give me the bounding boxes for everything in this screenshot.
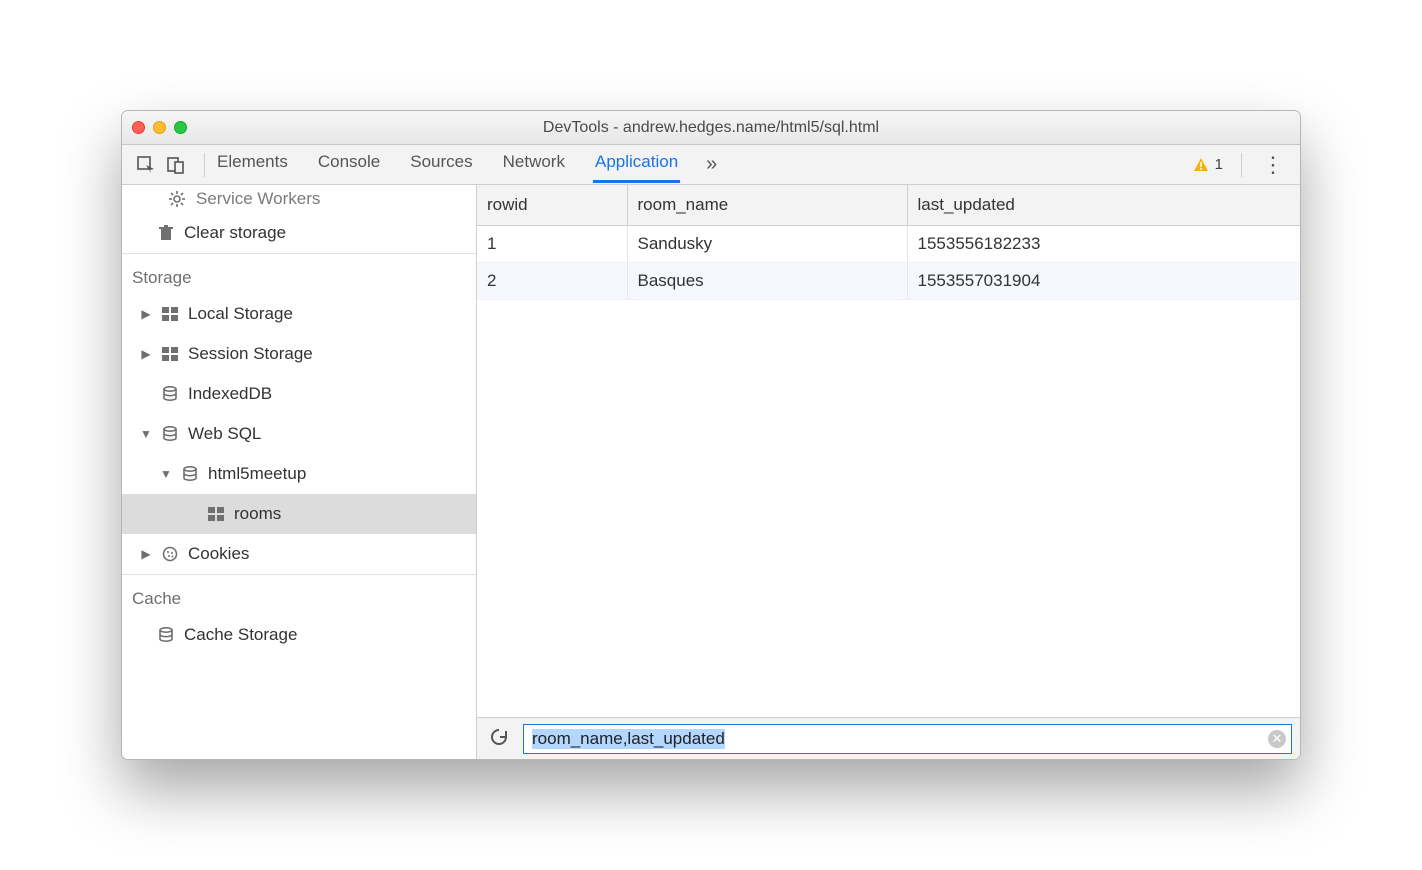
tab-network[interactable]: Network — [501, 146, 567, 183]
sidebar-item-local-storage[interactable]: ▶ Local Storage — [122, 294, 476, 334]
tab-elements[interactable]: Elements — [215, 146, 290, 183]
cell-rowid: 2 — [477, 263, 627, 300]
column-header[interactable]: room_name — [627, 185, 907, 226]
settings-menu-icon[interactable]: ⋮ — [1252, 152, 1294, 178]
sidebar-item-label: rooms — [234, 504, 281, 524]
cell-room-name: Sandusky — [627, 226, 907, 263]
maximize-window-icon[interactable] — [174, 121, 187, 134]
grid-icon — [208, 507, 224, 521]
toolbar-separator — [204, 153, 205, 177]
devtools-toolbar: Elements Console Sources Network Applica… — [122, 145, 1300, 185]
sidebar-item-label: Clear storage — [184, 223, 286, 243]
sidebar-item-table-selected[interactable]: rooms — [122, 494, 476, 534]
trash-icon — [158, 224, 174, 242]
close-window-icon[interactable] — [132, 121, 145, 134]
cell-room-name: Basques — [627, 263, 907, 300]
database-icon — [158, 627, 174, 643]
cell-last-updated: 1553556182233 — [907, 226, 1300, 263]
chevron-right-icon: ▶ — [140, 307, 152, 321]
device-toolbar-icon[interactable] — [166, 155, 186, 175]
main-panel: rowid room_name last_updated 1 Sandusky … — [477, 185, 1300, 759]
more-tabs-icon[interactable]: » — [706, 153, 717, 176]
sidebar-item-label: Cache Storage — [184, 625, 297, 645]
chevron-right-icon: ▶ — [140, 547, 152, 561]
warnings-count: 1 — [1215, 156, 1223, 173]
tab-sources[interactable]: Sources — [408, 146, 474, 183]
toolbar-separator — [1241, 153, 1242, 177]
column-header[interactable]: last_updated — [907, 185, 1300, 226]
grid-icon — [162, 347, 178, 361]
table-row[interactable]: 1 Sandusky 1553556182233 — [477, 226, 1300, 263]
database-icon — [162, 426, 178, 442]
sidebar-item-cookies[interactable]: ▶ Cookies — [122, 534, 476, 574]
sidebar-item-label: Session Storage — [188, 344, 313, 364]
sql-query-input[interactable] — [523, 724, 1292, 754]
cookie-icon — [162, 546, 178, 562]
inspect-element-icon[interactable] — [136, 155, 156, 175]
sidebar-item-label: Cookies — [188, 544, 249, 564]
database-icon — [162, 386, 178, 402]
column-header[interactable]: rowid — [477, 185, 627, 226]
grid-icon — [162, 307, 178, 321]
panel-tabs: Elements Console Sources Network Applica… — [215, 146, 680, 183]
storage-tree: ▶ Local Storage ▶ Session Storage Indexe… — [122, 294, 476, 574]
sidebar-item-label: Local Storage — [188, 304, 293, 324]
sidebar-item-indexed-db[interactable]: IndexedDB — [122, 374, 476, 414]
chevron-right-icon: ▶ — [140, 347, 152, 361]
sidebar-item-web-sql[interactable]: ▼ Web SQL — [122, 414, 476, 454]
sidebar-item-service-workers[interactable]: Service Workers — [122, 185, 476, 213]
cell-rowid: 1 — [477, 226, 627, 263]
sidebar-item-session-storage[interactable]: ▶ Session Storage — [122, 334, 476, 374]
sidebar-item-label: Web SQL — [188, 424, 261, 444]
window-title: DevTools - andrew.hedges.name/html5/sql.… — [122, 119, 1300, 137]
application-sidebar: Service Workers Clear storage Storage ▶ … — [122, 185, 477, 759]
sidebar-item-database[interactable]: ▼ html5meetup — [122, 454, 476, 494]
clear-input-icon[interactable]: ✕ — [1268, 730, 1286, 748]
tab-application[interactable]: Application — [593, 146, 680, 183]
refresh-icon[interactable] — [485, 723, 513, 755]
cell-last-updated: 1553557031904 — [907, 263, 1300, 300]
chevron-down-icon: ▼ — [160, 467, 172, 481]
query-bar: ✕ — [477, 717, 1300, 759]
warnings-indicator[interactable]: 1 — [1193, 156, 1231, 173]
sidebar-section-cache: Cache — [122, 574, 476, 615]
minimize-window-icon[interactable] — [153, 121, 166, 134]
sidebar-item-clear-storage[interactable]: Clear storage — [122, 213, 476, 253]
window-controls — [132, 121, 187, 134]
gear-icon — [168, 190, 186, 208]
sidebar-item-label: IndexedDB — [188, 384, 272, 404]
chevron-down-icon: ▼ — [140, 427, 152, 441]
sidebar-section-storage: Storage — [122, 253, 476, 294]
database-icon — [182, 466, 198, 482]
tab-console[interactable]: Console — [316, 146, 382, 183]
table-header-row: rowid room_name last_updated — [477, 185, 1300, 226]
sidebar-item-label: Service Workers — [196, 189, 320, 209]
data-table: rowid room_name last_updated 1 Sandusky … — [477, 185, 1300, 717]
sidebar-item-label: html5meetup — [208, 464, 306, 484]
table-row[interactable]: 2 Basques 1553557031904 — [477, 263, 1300, 300]
devtools-window: DevTools - andrew.hedges.name/html5/sql.… — [121, 110, 1301, 760]
titlebar: DevTools - andrew.hedges.name/html5/sql.… — [122, 111, 1300, 145]
sidebar-item-cache-storage[interactable]: Cache Storage — [122, 615, 476, 655]
